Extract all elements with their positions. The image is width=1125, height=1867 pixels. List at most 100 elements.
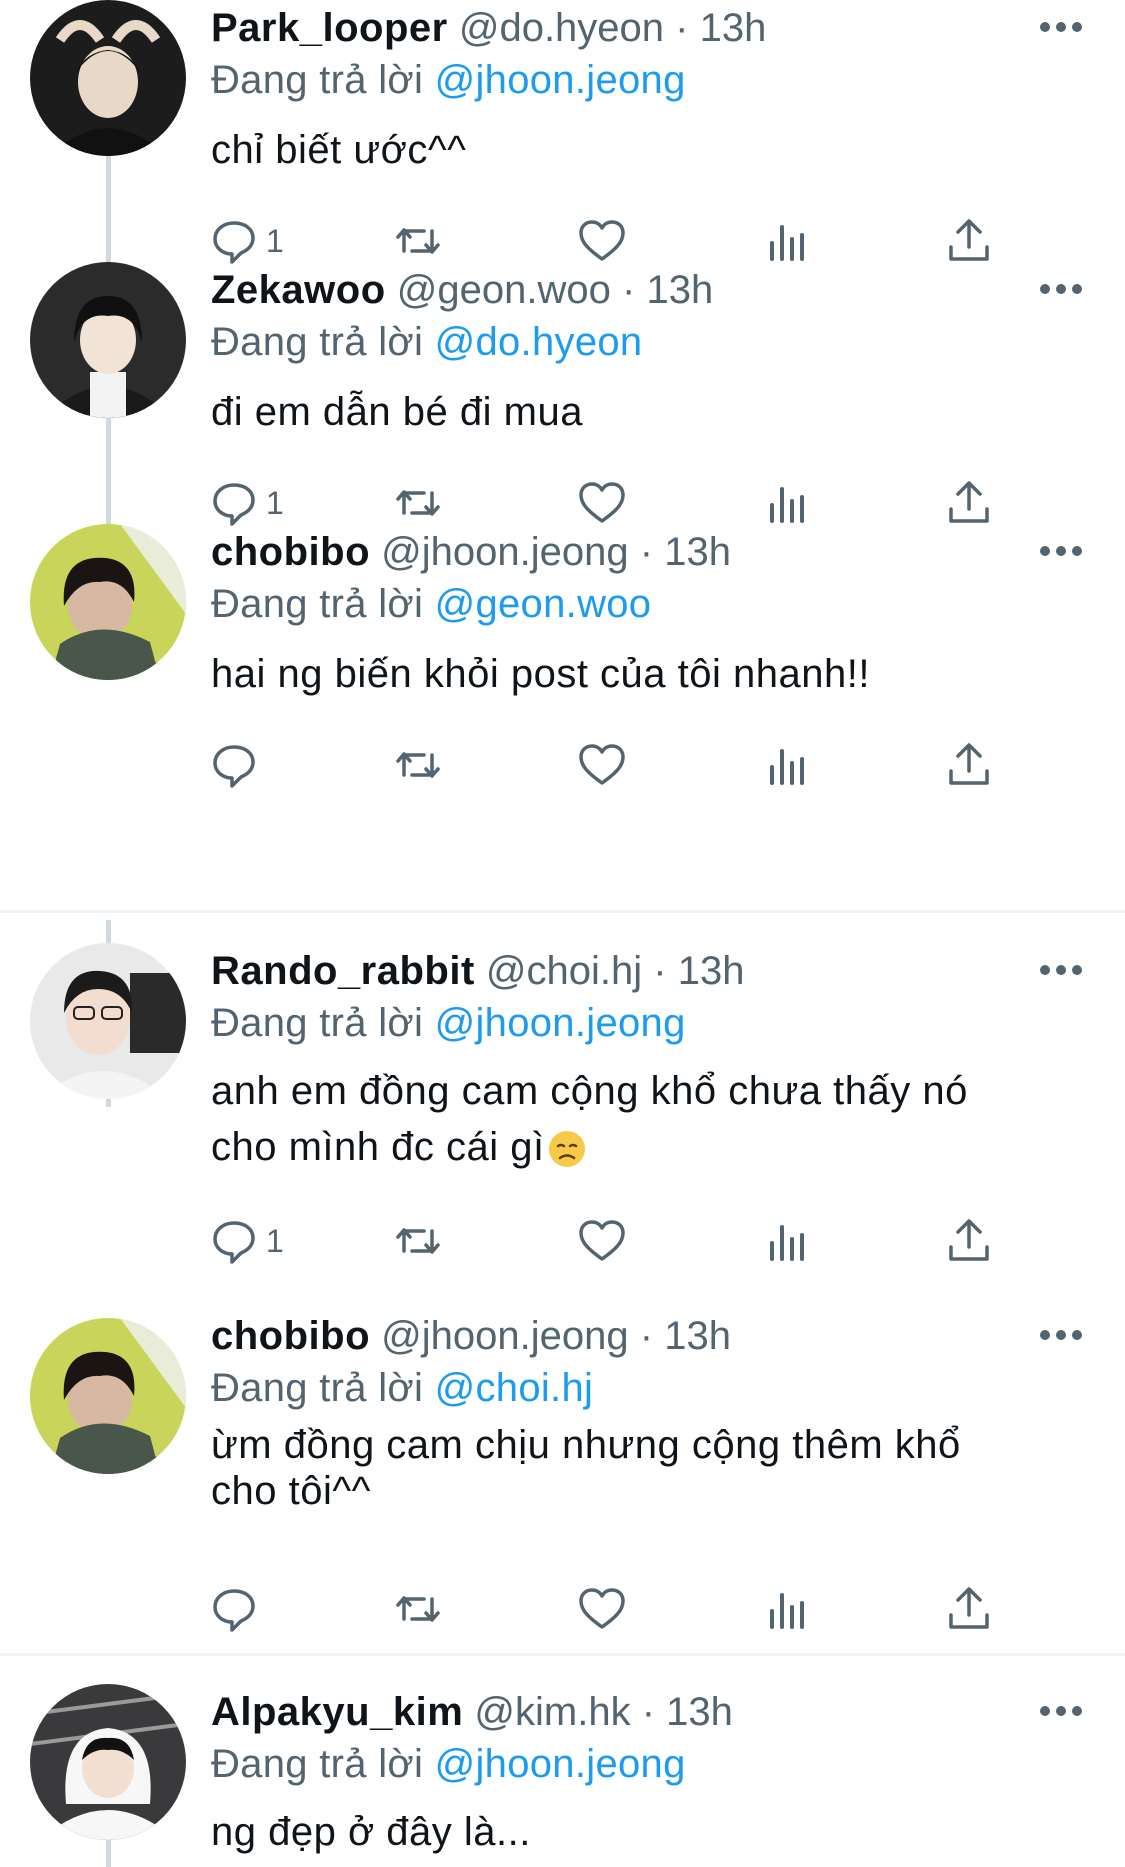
user-handle[interactable]: @jhoon.jeong	[381, 1314, 628, 1358]
retweet-button[interactable]	[394, 478, 442, 528]
mention-link[interactable]: @geon.woo	[435, 582, 652, 626]
tweet[interactable]: Zekawoo @geon.woo · 13h Đang trả lời @do…	[0, 262, 1125, 526]
disappointed-face-emoji	[548, 1131, 585, 1168]
views-button[interactable]	[762, 478, 810, 528]
retweet-button[interactable]	[394, 1216, 442, 1266]
tweet-header: chobibo @jhoon.jeong · 13h	[211, 1312, 731, 1360]
retweet-icon	[396, 1596, 440, 1622]
user-handle[interactable]: @jhoon.jeong	[381, 530, 628, 574]
more-dots-icon[interactable]	[1039, 963, 1083, 977]
more-dots-icon[interactable]	[1039, 282, 1083, 296]
display-name[interactable]: chobibo	[211, 530, 370, 574]
reply-button[interactable]: 1	[210, 478, 284, 528]
mention-link[interactable]: @jhoon.jeong	[435, 58, 686, 102]
tweet-text-line: đi em dẫn bé đi mua	[211, 390, 583, 434]
views-button[interactable]	[762, 1584, 810, 1634]
mention-link[interactable]: @do.hyeon	[435, 320, 643, 364]
avatar[interactable]	[30, 0, 186, 156]
share-button[interactable]	[945, 740, 993, 790]
heart-icon	[579, 482, 625, 523]
avatar[interactable]	[30, 1318, 186, 1474]
share-upload-icon	[949, 481, 989, 523]
reply-button[interactable]	[210, 740, 266, 790]
avatar[interactable]	[30, 943, 186, 1099]
user-handle[interactable]: @do.hyeon	[459, 6, 664, 50]
reply-button[interactable]	[210, 1584, 266, 1634]
heart-icon	[579, 1220, 625, 1261]
share-upload-icon	[949, 219, 989, 261]
views-button[interactable]	[762, 216, 810, 266]
display-name[interactable]: chobibo	[211, 1314, 370, 1358]
replying-to: Đang trả lời @jhoon.jeong	[211, 56, 686, 104]
separator-dot: ·	[641, 1690, 656, 1734]
tweet-text-line: ng đẹp ở đây là...	[211, 1810, 531, 1854]
action-bar: 1	[210, 1216, 1000, 1266]
speech-bubble-icon	[213, 1221, 255, 1264]
more-dots-icon[interactable]	[1039, 1328, 1083, 1342]
bar-chart-icon	[770, 487, 804, 523]
share-button[interactable]	[945, 478, 993, 528]
like-button[interactable]	[578, 740, 626, 790]
more-dots-icon[interactable]	[1039, 20, 1083, 34]
share-button[interactable]	[945, 216, 993, 266]
avatar[interactable]	[30, 524, 186, 680]
display-name[interactable]: Park_looper	[211, 6, 448, 50]
display-name[interactable]: Zekawoo	[211, 268, 386, 312]
timestamp[interactable]: 13h	[666, 1690, 733, 1734]
replying-to: Đang trả lời @jhoon.jeong	[211, 999, 686, 1047]
like-button[interactable]	[578, 216, 626, 266]
mention-link[interactable]: @jhoon.jeong	[435, 1742, 686, 1786]
bar-chart-icon	[770, 225, 804, 261]
share-button[interactable]	[945, 1216, 993, 1266]
tweet-text: anh em đồng cam cộng khổ chưa thấy nó ch…	[211, 1063, 1091, 1175]
replying-to: Đang trả lời @do.hyeon	[211, 318, 642, 366]
user-handle[interactable]: @geon.woo	[397, 268, 611, 312]
display-name[interactable]: Rando_rabbit	[211, 949, 475, 993]
more-dots-icon[interactable]	[1039, 1704, 1083, 1718]
reply-button[interactable]: 1	[210, 1216, 284, 1266]
separator-dot: ·	[653, 949, 667, 993]
bar-chart-icon	[770, 1225, 804, 1261]
like-button[interactable]	[578, 1584, 626, 1634]
retweet-icon	[396, 1228, 440, 1254]
mention-link[interactable]: @choi.hj	[435, 1366, 594, 1410]
tweet-header: Alpakyu_kim @kim.hk · 13h	[211, 1688, 733, 1736]
like-button[interactable]	[578, 478, 626, 528]
tweet-text: hai ng biến khỏi post của tôi nhanh!!	[211, 648, 1091, 700]
share-button[interactable]	[945, 1584, 993, 1634]
tweet[interactable]: chobibo @jhoon.jeong · 13h Đang trả lời …	[0, 524, 1125, 910]
views-button[interactable]	[762, 1216, 810, 1266]
retweet-button[interactable]	[394, 216, 442, 266]
timestamp[interactable]: 13h	[678, 949, 745, 993]
tweet[interactable]: chobibo @jhoon.jeong · 13h Đang trả lời …	[0, 1314, 1125, 1654]
tweet-text: ng đẹp ở đây là...	[211, 1806, 1091, 1858]
avatar[interactable]	[30, 262, 186, 418]
replying-to-label: Đang trả lời	[211, 320, 424, 364]
avatar[interactable]	[30, 1684, 186, 1840]
reply-button[interactable]: 1	[210, 216, 284, 266]
tweet-text-line: cho tôi^^	[211, 1469, 371, 1513]
retweet-button[interactable]	[394, 740, 442, 790]
views-button[interactable]	[762, 740, 810, 790]
heart-icon	[579, 1588, 625, 1629]
more-dots-icon[interactable]	[1039, 544, 1083, 558]
retweet-button[interactable]	[394, 1584, 442, 1634]
tweet-text-line: chỉ biết ước^^	[211, 128, 467, 172]
timestamp[interactable]: 13h	[646, 268, 713, 312]
timestamp[interactable]: 13h	[664, 1314, 731, 1358]
tweet-text-line-content: cho mình đc cái gì	[211, 1125, 545, 1169]
tweet[interactable]: Alpakyu_kim @kim.hk · 13h Đang trả lời @…	[0, 1684, 1125, 1867]
user-handle[interactable]: @kim.hk	[474, 1690, 630, 1734]
tweet[interactable]: Park_looper @do.hyeon · 13h Đang trả lời…	[0, 0, 1125, 264]
bar-chart-icon	[770, 749, 804, 785]
like-button[interactable]	[578, 1216, 626, 1266]
action-bar: 1	[210, 478, 1000, 528]
timestamp[interactable]: 13h	[700, 6, 767, 50]
tweet[interactable]: Rando_rabbit @choi.hj · 13h Đang trả lời…	[0, 943, 1125, 1313]
bar-chart-icon	[770, 1593, 804, 1629]
separator-dot: ·	[622, 268, 636, 312]
timestamp[interactable]: 13h	[664, 530, 731, 574]
mention-link[interactable]: @jhoon.jeong	[435, 1001, 686, 1045]
user-handle[interactable]: @choi.hj	[486, 949, 642, 993]
display-name[interactable]: Alpakyu_kim	[211, 1690, 463, 1734]
